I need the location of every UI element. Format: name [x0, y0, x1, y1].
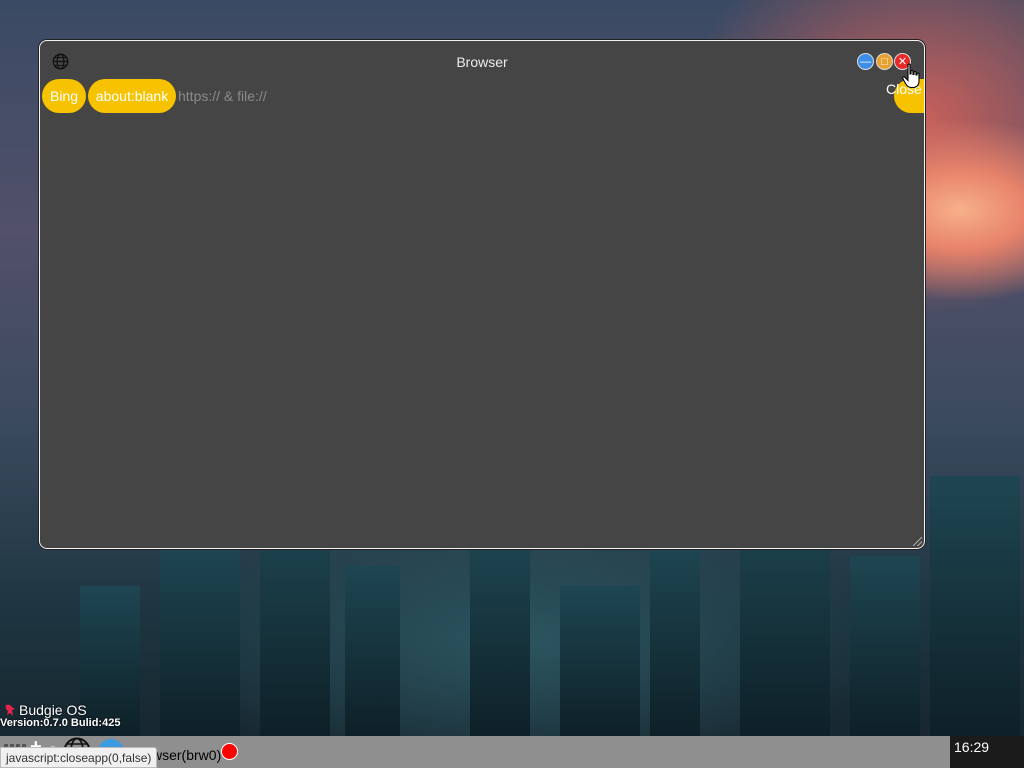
taskbar-app-label[interactable]: wser(brw0): [152, 747, 221, 763]
wallpaper-building: [650, 546, 700, 736]
wallpaper-building: [80, 586, 140, 736]
os-version: Version:0.7.0 Bulid:425: [0, 717, 121, 729]
wallpaper-building: [850, 556, 920, 736]
wallpaper-building: [560, 586, 640, 736]
maximize-button[interactable]: □: [876, 53, 893, 70]
wallpaper-building: [260, 516, 330, 736]
bookmark-bing-button[interactable]: Bing: [42, 79, 86, 113]
wallpaper-building: [470, 536, 530, 736]
minimize-button[interactable]: —: [857, 53, 874, 70]
link-status-bar: javascript:closeapp(0,false): [0, 747, 158, 768]
window-titlebar[interactable]: Browser — □ ✕: [40, 41, 924, 81]
url-input[interactable]: [178, 86, 778, 106]
wallpaper-building: [930, 476, 1020, 736]
wallpaper-building: [160, 546, 240, 736]
wallpaper-building: [345, 566, 400, 736]
clock: 16:29: [950, 736, 1024, 768]
resize-grip[interactable]: [913, 537, 922, 546]
minimize-icon: —: [860, 56, 871, 68]
hand-pointer-icon: [902, 63, 920, 89]
budgie-bird-icon: [5, 704, 16, 716]
os-name: Budgie OS: [19, 702, 87, 718]
browser-window[interactable]: Browser — □ ✕ Bing about:blank Close: [39, 40, 925, 549]
window-title: Browser: [456, 54, 508, 70]
red-dot-icon[interactable]: [221, 743, 238, 760]
bookmark-about-blank-button[interactable]: about:blank: [88, 79, 176, 113]
browser-navbar: Bing about:blank Close: [42, 79, 924, 113]
maximize-icon: □: [881, 56, 888, 68]
